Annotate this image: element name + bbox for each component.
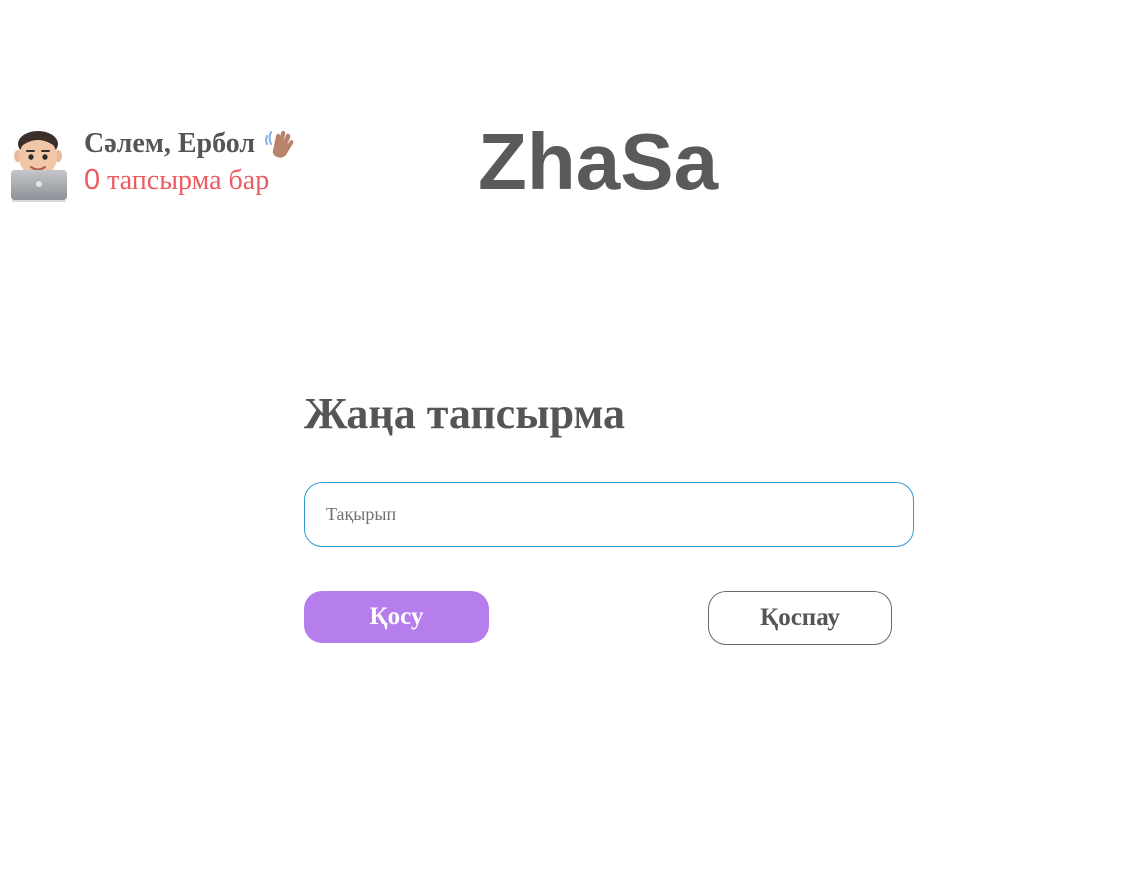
avatar [6,128,72,202]
app-title: ZhaSa [478,117,719,206]
cancel-button[interactable]: Қоспау [708,591,892,645]
add-task-button[interactable]: Қосу [304,591,489,643]
task-count: 0 тапсырма бар [84,164,269,197]
memoji-laptop-icon [11,131,67,202]
task-count-number: 0 [84,164,101,196]
user-greeting: Сәлем, Ербол [84,128,297,160]
task-count-label: тапсырма бар [107,165,270,196]
user-header: Сәлем, Ербол 0 тапсырма бар [6,128,326,204]
task-title-input[interactable] [304,482,914,547]
waving-hand-icon [263,128,297,160]
form-title: Жаңа тапсырма [304,389,626,438]
greeting-text: Сәлем, Ербол [84,128,256,159]
